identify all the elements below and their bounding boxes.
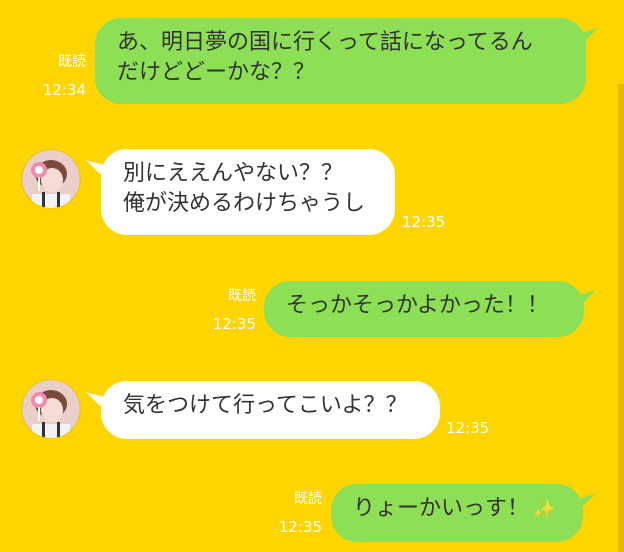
message-text-line: 別にええんやない？？ bbox=[123, 161, 344, 186]
message-time: 12:34 bbox=[42, 81, 86, 99]
message-time: 12:35 bbox=[446, 419, 490, 437]
message-bubble-outgoing[interactable]: あ、明日夢の国に行くって話になってるん だけどどーかな？？ bbox=[95, 18, 586, 104]
message-time: 12:35 bbox=[212, 315, 256, 333]
avatar-icon[interactable] bbox=[22, 150, 80, 208]
message-text-line: あ、明日夢の国に行くって話になってるん bbox=[117, 30, 533, 55]
message-text-line: だけどどーかな？？ bbox=[117, 60, 316, 85]
message-text: 気をつけて行ってこいよ？？ bbox=[123, 393, 408, 418]
message-meta: 既読 12:34 bbox=[36, 52, 86, 100]
message-meta: 既読 12:35 bbox=[272, 489, 322, 537]
avatar-icon[interactable] bbox=[22, 380, 80, 438]
message-meta: 既読 12:35 bbox=[206, 286, 256, 334]
message-bubble-outgoing[interactable]: りょーかいっす！ ✨ bbox=[331, 484, 583, 542]
message-time: 12:35 bbox=[402, 213, 446, 231]
message-text: そっかそっかよかった！！ bbox=[286, 293, 549, 318]
read-receipt: 既読 bbox=[228, 288, 256, 304]
message-text: りょーかいっす！ bbox=[353, 496, 530, 521]
scroll-edge bbox=[618, 84, 624, 552]
read-receipt: 既読 bbox=[294, 491, 322, 507]
message-bubble-incoming[interactable]: 気をつけて行ってこいよ？？ bbox=[101, 381, 440, 439]
message-text-line: 俺が決めるわけちゃうし bbox=[123, 191, 366, 216]
read-receipt: 既読 bbox=[58, 54, 86, 70]
sparkle-icon: ✨ bbox=[533, 499, 556, 520]
message-bubble-outgoing[interactable]: そっかそっかよかった！！ bbox=[264, 281, 584, 337]
message-time: 12:35 bbox=[278, 518, 322, 536]
message-bubble-incoming[interactable]: 別にええんやない？？ 俺が決めるわけちゃうし bbox=[101, 149, 395, 235]
